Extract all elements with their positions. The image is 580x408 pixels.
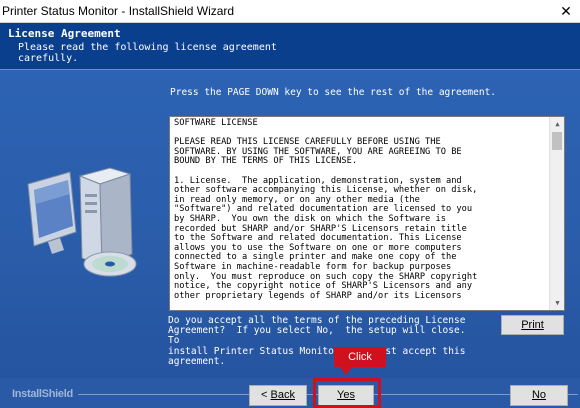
scroll-up-icon[interactable]: ▲ <box>550 117 564 131</box>
scroll-down-icon[interactable]: ▼ <box>550 296 564 310</box>
wizard-header: License Agreement Please read the follow… <box>0 23 580 70</box>
title-bar: Printer Status Monitor - InstallShield W… <box>0 0 580 23</box>
wizard-body: Press the PAGE DOWN key to see the rest … <box>0 70 580 378</box>
license-text: SOFTWARE LICENSE PLEASE READ THIS LICENS… <box>174 118 478 301</box>
instruction-text: Press the PAGE DOWN key to see the rest … <box>170 87 497 98</box>
license-text-area[interactable]: SOFTWARE LICENSE PLEASE READ THIS LICENS… <box>169 116 565 311</box>
accept-question-text: Do you accept all the terms of the prece… <box>168 315 466 367</box>
close-icon[interactable]: ✕ <box>556 2 576 20</box>
no-button[interactable]: No <box>510 385 568 406</box>
page-title: License Agreement <box>8 27 121 40</box>
button-bar: InstallShield < Back Yes No <box>0 378 580 408</box>
print-label: Print <box>521 319 544 331</box>
vertical-scrollbar[interactable]: ▲ ▼ <box>549 117 564 310</box>
computer-illustration-icon <box>27 167 137 277</box>
yes-button-highlight <box>313 378 381 408</box>
page-subtitle: Please read the following license agreem… <box>18 42 277 64</box>
window-title: Printer Status Monitor - InstallShield W… <box>2 4 235 18</box>
installshield-logo: InstallShield <box>12 388 73 400</box>
no-label: No <box>531 389 547 401</box>
callout-pointer <box>340 367 352 375</box>
print-button[interactable]: Print <box>501 315 564 335</box>
click-callout: Click <box>334 347 386 367</box>
back-button[interactable]: < Back <box>249 385 307 406</box>
back-arrow-icon: < <box>261 389 271 401</box>
scrollbar-thumb[interactable] <box>552 132 562 150</box>
back-label: Back <box>270 389 295 401</box>
